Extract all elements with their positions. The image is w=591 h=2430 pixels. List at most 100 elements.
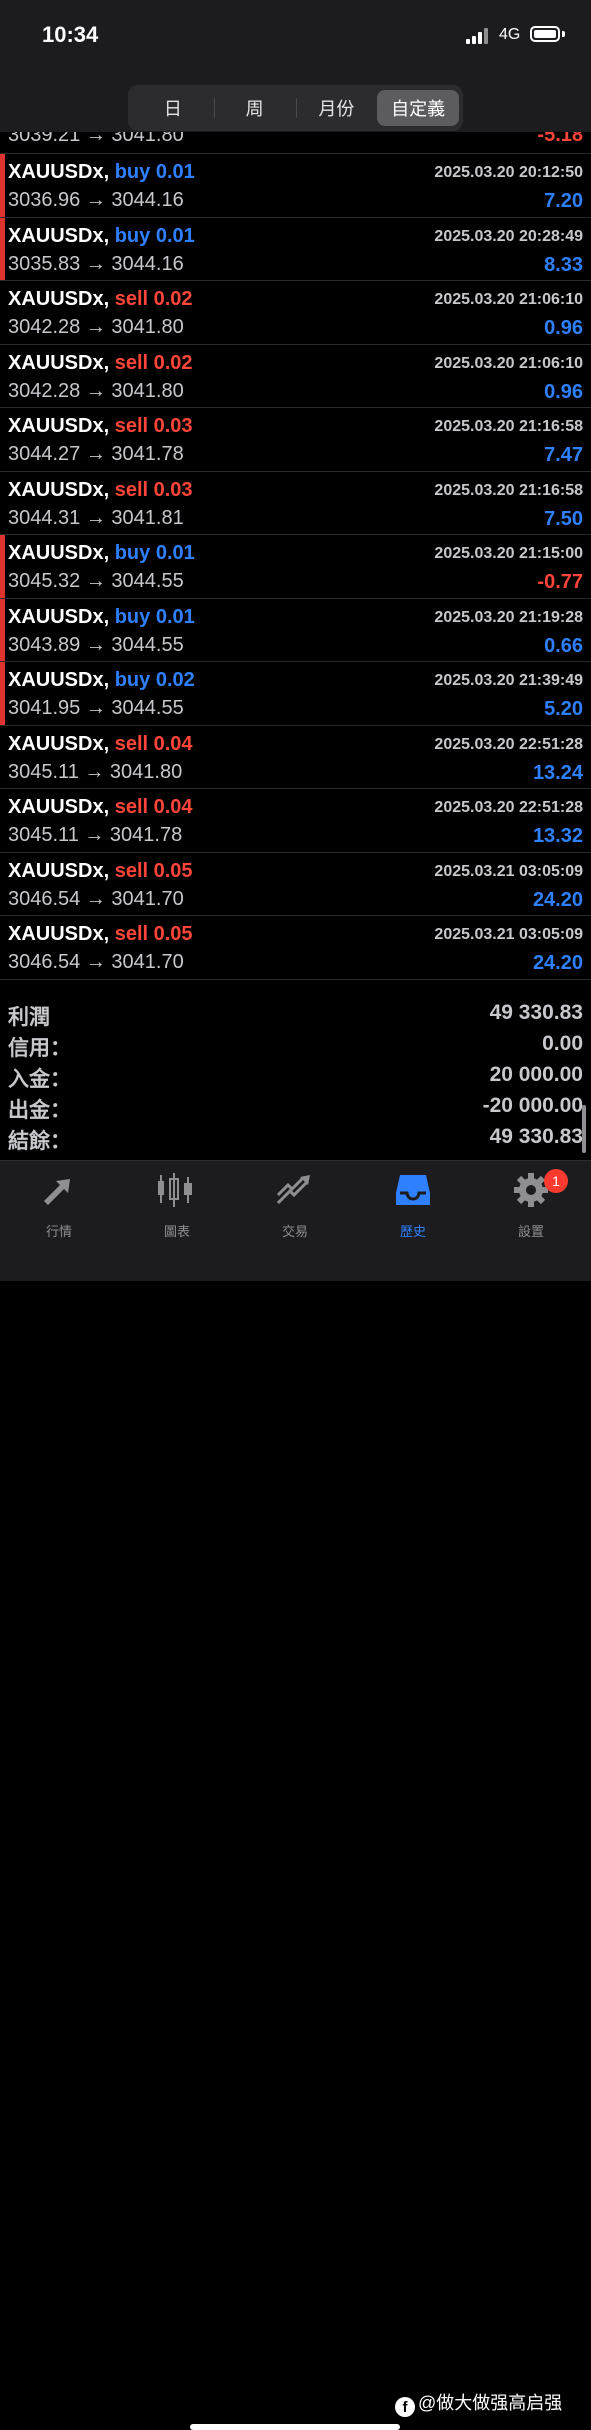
- tab-label: 歷史: [399, 1224, 426, 1239]
- summary-row: 信用： 0.00: [0, 1030, 591, 1061]
- trade-prices: 3046.54 → 3041.70: [8, 951, 184, 973]
- list-item[interactable]: XAUUSDx, sell 0.02 2025.03.20 21:06:10 304…: [0, 345, 591, 408]
- symbol-name: XAUUSDx,: [8, 669, 110, 691]
- trade-prices: 3043.89 → 3044.55: [8, 633, 184, 656]
- tab-label: 設置: [517, 1224, 544, 1239]
- symbol-name: XAUUSDx,: [8, 415, 110, 437]
- trade-direction: buy 0.01: [114, 161, 195, 183]
- list-item[interactable]: XAUUSDx, sell 0.04 2025.03.20 22:51:28 304…: [0, 789, 591, 853]
- trade-symbol: XAUUSDx, buy 0.01: [8, 161, 195, 184]
- list-item[interactable]: XAUUSDx, sell 0.02 2025.03.20 21:06:10 304…: [0, 281, 591, 345]
- period-tab-day[interactable]: 日: [132, 90, 214, 126]
- signal-icon: [466, 28, 492, 44]
- trade-symbol: XAUUSDx, buy 0.01: [8, 542, 195, 565]
- battery-icon: [530, 26, 560, 42]
- network-label: 4G: [499, 26, 521, 43]
- trade-prices: 3039.21 → 3041.80: [8, 132, 184, 146]
- symbol-name: XAUUSDx,: [8, 542, 110, 564]
- trade-time: 2025.03.20 22:51:28: [434, 799, 583, 816]
- trade-profit: 24.20: [532, 888, 583, 911]
- tab-settings[interactable]: 1 設置: [472, 1169, 590, 1239]
- trade-prices: 3035.83 → 3044.16: [8, 252, 184, 275]
- summary-value: 49 330.83: [489, 1125, 583, 1148]
- trade-symbol: XAUUSDx, buy 0.01: [8, 225, 195, 248]
- trade-prices: 3046.54 → 3041.70: [8, 887, 184, 910]
- list-item[interactable]: XAUUSDx, sell 0.03 2025.03.20 21:16:58 304…: [0, 472, 591, 535]
- list-item-partial[interactable]: 3039.21 → 3041.80 -5.18: [0, 132, 591, 154]
- list-item[interactable]: XAUUSDx, buy 0.01 2025.03.20 21:19:28 3043…: [0, 598, 591, 662]
- trade-time: 2025.03.21 03:05:09: [434, 862, 583, 880]
- list-item[interactable]: XAUUSDx, sell 0.05 2025.03.21 03:05:09 304…: [0, 916, 591, 980]
- account-summary: 利潤 49 330.83 信用： 0.00 入金： 20 000.00 出金： -20 000…: [0, 999, 591, 1154]
- trade-time: 2025.03.20 21:16:58: [434, 418, 583, 435]
- trade-icon: [276, 1175, 310, 1205]
- trade-profit: 8.33: [544, 253, 583, 276]
- symbol-name: XAUUSDx,: [8, 732, 110, 755]
- trade-prices: 3045.11 → 3041.78: [8, 824, 183, 846]
- home-indicator: [190, 2424, 400, 2430]
- tab-label: 交易: [281, 1224, 308, 1239]
- summary-label: 利潤: [8, 1006, 50, 1029]
- trade-profit: 13.32: [532, 825, 583, 847]
- trade-time: 2025.03.21 03:05:09: [434, 926, 583, 943]
- trade-prices: 3044.31 → 3041.81: [8, 506, 184, 529]
- summary-row: 入金： 20 000.00: [0, 1061, 591, 1092]
- trade-direction: buy 0.01: [114, 605, 195, 628]
- summary-value: 20 000.00: [489, 1063, 583, 1086]
- trade-symbol: XAUUSDx, buy 0.02: [8, 669, 195, 692]
- summary-row: 利潤 49 330.83: [0, 999, 591, 1030]
- summary-label: 結餘：: [8, 1130, 71, 1153]
- symbol-name: XAUUSDx,: [8, 605, 110, 628]
- trade-profit: 0.96: [544, 317, 583, 339]
- summary-value: -20 000.00: [482, 1094, 583, 1117]
- summary-row: 出金： -20 000.00: [0, 1092, 591, 1123]
- trade-symbol: XAUUSDx, sell 0.03: [8, 479, 193, 502]
- trade-time: 2025.03.20 21:15:00: [434, 545, 583, 562]
- trade-prices: 3042.28 → 3041.80: [8, 379, 184, 402]
- trade-time: 2025.03.20 20:12:50: [434, 164, 583, 181]
- summary-label: 出金：: [8, 1099, 71, 1122]
- trade-profit: 0.96: [544, 380, 583, 403]
- trade-direction: buy 0.01: [114, 542, 195, 564]
- trade-direction: sell 0.03: [114, 415, 193, 437]
- list-item[interactable]: XAUUSDx, buy 0.01 2025.03.20 20:28:49 3035…: [0, 217, 591, 281]
- tab-quotes[interactable]: 行情: [0, 1169, 118, 1239]
- trade-symbol: XAUUSDx, sell 0.02: [8, 352, 193, 375]
- tab-label: 行情: [45, 1224, 72, 1239]
- period-tab-week[interactable]: 周: [213, 90, 296, 126]
- trade-symbol: XAUUSDx, sell 0.03: [8, 415, 193, 438]
- summary-label: 信用：: [8, 1037, 71, 1060]
- trade-time: 2025.03.20 21:06:10: [434, 354, 583, 372]
- trade-symbol: XAUUSDx, sell 0.04: [8, 796, 193, 819]
- symbol-name: XAUUSDx,: [8, 224, 110, 247]
- list-item[interactable]: XAUUSDx, sell 0.04 2025.03.20 22:51:28 304…: [0, 726, 591, 789]
- trade-profit: 13.24: [532, 761, 583, 784]
- trade-profit: 7.50: [544, 507, 583, 530]
- list-item[interactable]: XAUUSDx, sell 0.03 2025.03.20 21:16:58 304…: [0, 408, 591, 472]
- list-item[interactable]: XAUUSDx, sell 0.05 2025.03.21 03:05:09 304…: [0, 853, 591, 916]
- trade-symbol: XAUUSDx, buy 0.01: [8, 606, 195, 629]
- symbol-name: XAUUSDx,: [8, 796, 110, 818]
- symbol-name: XAUUSDx,: [8, 351, 110, 374]
- summary-value: 49 330.83: [489, 1001, 583, 1024]
- tab-trade[interactable]: 交易: [236, 1169, 354, 1239]
- trade-direction: sell 0.04: [114, 796, 193, 818]
- trade-symbol: XAUUSDx, sell 0.04: [8, 733, 193, 756]
- symbol-name: XAUUSDx,: [8, 161, 110, 183]
- list-item[interactable]: XAUUSDx, buy 0.01 2025.03.20 21:15:00 3045…: [0, 535, 591, 599]
- list-item[interactable]: XAUUSDx, buy 0.02 2025.03.20 21:39:49 3041…: [0, 662, 591, 726]
- tab-history[interactable]: 歷史: [354, 1169, 472, 1239]
- scrollbar[interactable]: [582, 1105, 586, 1153]
- period-tab-custom[interactable]: 自定義: [377, 90, 459, 126]
- period-tab-month[interactable]: 月份: [295, 90, 378, 126]
- tab-bar: 行情 圖表 交易 歷史 1 設置 f @做大做强高启强: [0, 1160, 591, 2430]
- history-icon: [396, 1175, 430, 1205]
- trade-time: 2025.03.20 22:51:28: [434, 735, 583, 753]
- list-item[interactable]: XAUUSDx, buy 0.01 2025.03.20 20:12:50 3036…: [0, 154, 591, 218]
- trade-profit: 5.20: [544, 698, 583, 720]
- trade-profit: -0.77: [537, 571, 583, 593]
- trade-profit: -5.18: [537, 132, 583, 146]
- tab-chart[interactable]: 圖表: [118, 1169, 236, 1239]
- trade-time: 2025.03.20 21:16:58: [434, 481, 583, 499]
- symbol-name: XAUUSDx,: [8, 859, 110, 882]
